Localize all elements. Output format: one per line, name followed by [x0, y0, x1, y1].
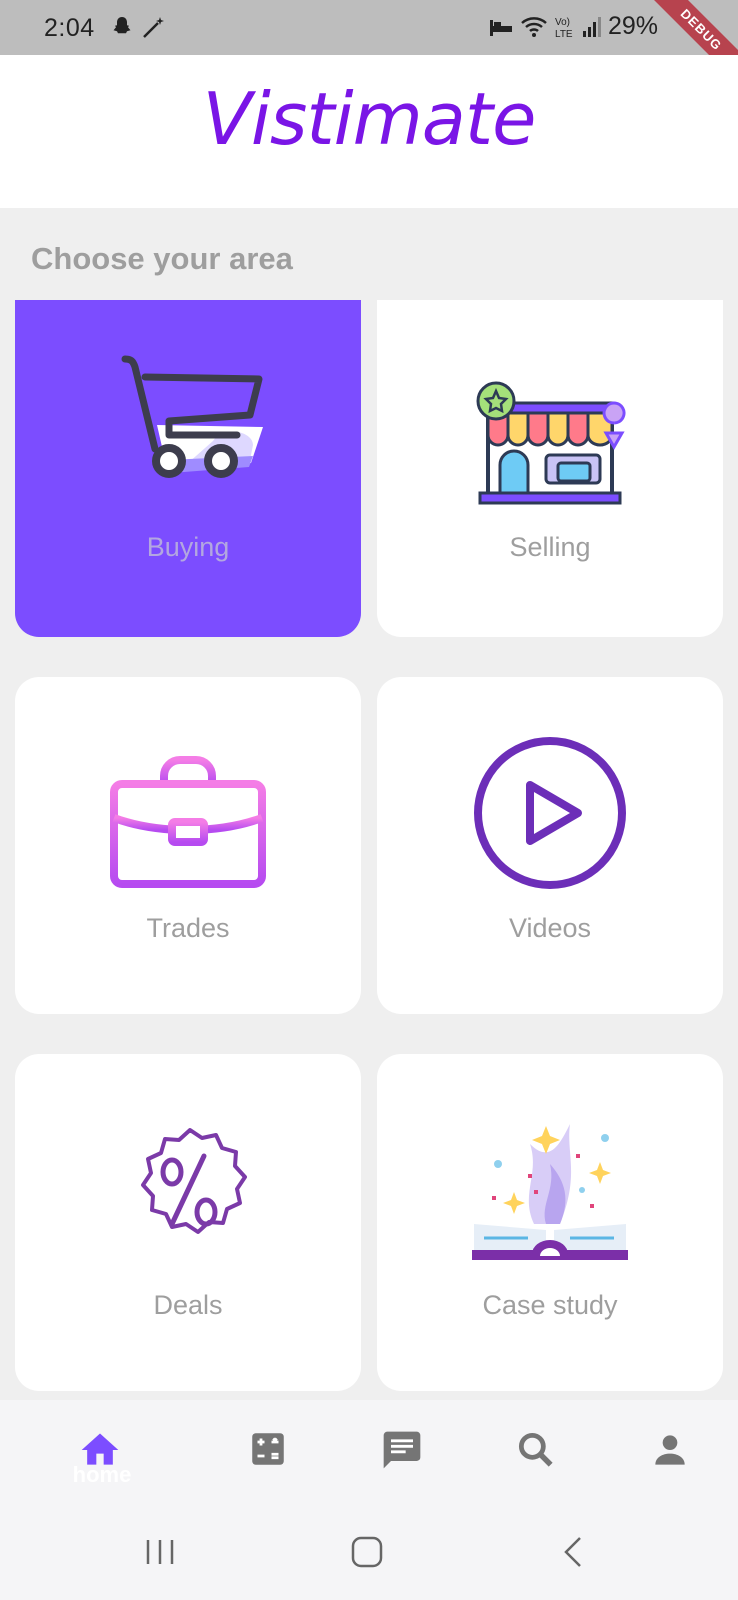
search-icon: [518, 1432, 553, 1467]
status-bar: 2:04 Vo) LTE 29% DEBUG: [0, 0, 738, 92]
status-time: 2:04: [44, 14, 95, 42]
card-label: Selling: [509, 532, 591, 562]
system-nav-bar: [0, 1510, 738, 1600]
calculator-icon: [252, 1433, 284, 1465]
sleep-mode-icon: [490, 19, 512, 36]
discount-badge-icon: [141, 1128, 247, 1234]
magic-wand-icon: [143, 17, 164, 38]
svg-text:Vo): Vo): [555, 17, 570, 28]
play-circle-icon: [474, 737, 626, 889]
nav-calculator[interactable]: [238, 1428, 298, 1488]
snapchat-icon: [113, 17, 131, 34]
person-icon: [655, 1435, 685, 1465]
magic-book-icon: [472, 1124, 628, 1260]
nav-chat[interactable]: [372, 1428, 432, 1488]
recent-apps-icon[interactable]: [142, 1534, 178, 1570]
section-title: Choose your area: [31, 241, 293, 276]
nav-search[interactable]: [506, 1428, 566, 1488]
card-label: Case study: [482, 1290, 618, 1320]
card-case-study[interactable]: Case study: [377, 1054, 723, 1391]
card-label: Trades: [146, 913, 230, 943]
app-header: Vistimate: [0, 55, 738, 208]
card-label: Buying: [146, 532, 230, 562]
signal-icon: [583, 16, 601, 37]
card-selling[interactable]: Selling: [377, 300, 723, 637]
volte-icon: Vo)LTE: [555, 17, 573, 40]
card-videos[interactable]: Videos: [377, 677, 723, 1014]
shopping-cart-icon: [121, 355, 263, 478]
bottom-nav: [0, 1400, 738, 1510]
back-icon[interactable]: [556, 1534, 592, 1570]
chat-icon: [383, 1431, 421, 1469]
storefront-icon: [476, 381, 626, 505]
nav-profile[interactable]: [640, 1428, 700, 1488]
card-label: Videos: [508, 913, 592, 943]
nav-home-label: home: [72, 1462, 132, 1487]
card-label: Deals: [153, 1290, 223, 1320]
home-button-icon[interactable]: [349, 1534, 385, 1570]
svg-text:LTE: LTE: [555, 29, 573, 40]
card-buying[interactable]: Buying: [15, 300, 361, 637]
card-deals[interactable]: Deals: [15, 1054, 361, 1391]
app-logo: Vistimate: [202, 77, 537, 161]
wifi-icon: [521, 16, 547, 37]
card-trades[interactable]: Trades: [15, 677, 361, 1014]
briefcase-icon: [110, 756, 266, 888]
battery-level: 29%: [608, 12, 659, 40]
